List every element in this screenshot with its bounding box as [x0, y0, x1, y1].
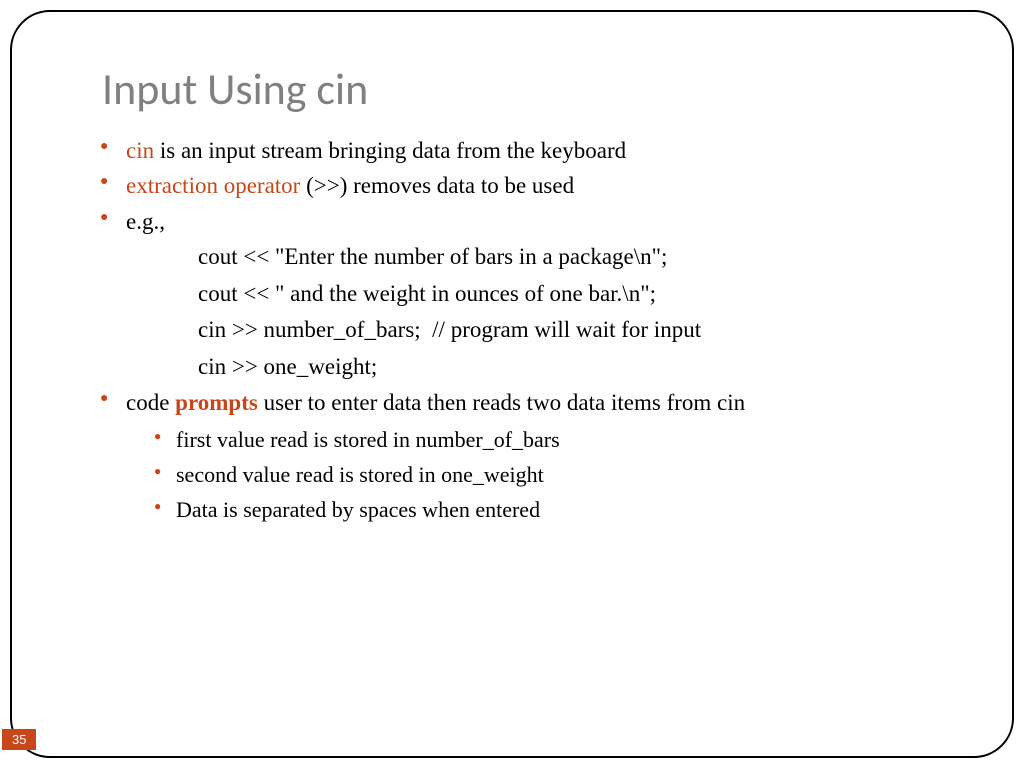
- bullet-4: code prompts user to enter data then rea…: [100, 386, 952, 526]
- bullet-list: cin is an input stream bringing data fro…: [82, 134, 952, 526]
- sub-bullet-2: second value read is stored in one_weigh…: [154, 458, 952, 491]
- keyword-extraction: extraction operator: [126, 173, 300, 198]
- page-number: 35: [2, 729, 36, 750]
- bullet-4-pre: code: [126, 390, 175, 415]
- code-line-1: cout << "Enter the number of bars in a p…: [126, 240, 952, 275]
- slide-frame: Input Using cin cin is an input stream b…: [10, 10, 1014, 758]
- slide-title: Input Using cin: [102, 62, 952, 116]
- bullet-2-text: (>>) removes data to be used: [300, 173, 574, 198]
- bullet-3-text: e.g.,: [126, 209, 165, 234]
- sub-bullet-1: first value read is stored in number_of_…: [154, 423, 952, 456]
- bullet-4-text: user to enter data then reads two data i…: [258, 390, 745, 415]
- bullet-1-text: is an input stream bringing data from th…: [154, 138, 626, 163]
- code-line-3: cin >> number_of_bars; // program will w…: [126, 313, 952, 348]
- bullet-2: extraction operator (>>) removes data to…: [100, 169, 952, 202]
- sub-bullet-3: Data is separated by spaces when entered: [154, 493, 952, 526]
- keyword-cin: cin: [126, 138, 154, 163]
- keyword-prompts: prompts: [175, 390, 258, 415]
- code-line-4: cin >> one_weight;: [126, 350, 952, 385]
- bullet-1: cin is an input stream bringing data fro…: [100, 134, 952, 167]
- code-line-2: cout << " and the weight in ounces of on…: [126, 277, 952, 312]
- bullet-3: e.g., cout << "Enter the number of bars …: [100, 205, 952, 384]
- sub-bullet-list: first value read is stored in number_of_…: [126, 423, 952, 526]
